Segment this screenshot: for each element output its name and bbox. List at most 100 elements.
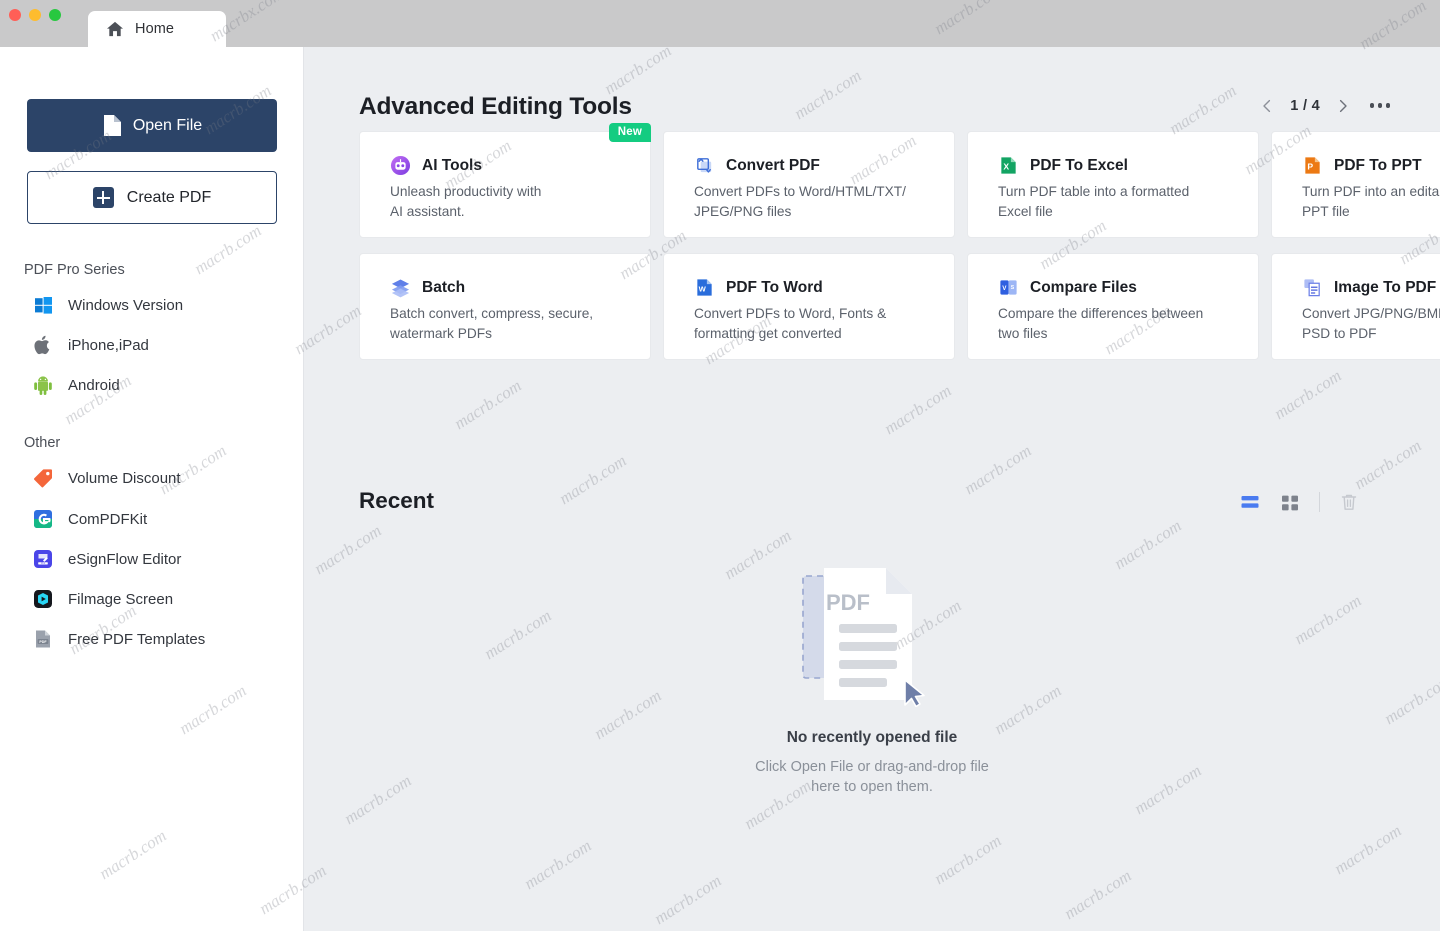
grid-view-button[interactable] (1279, 491, 1301, 513)
card-header: Image To PDF (1302, 277, 1440, 298)
chevron-right-icon[interactable] (1336, 99, 1350, 113)
card-header: X PDF To Excel (998, 155, 1258, 176)
card-description: Turn PDF into an editable PPT file (1302, 184, 1440, 219)
delete-button[interactable] (1338, 491, 1360, 513)
card-title: PDF To PPT (1334, 156, 1422, 174)
app-window: Home Open File Create PDF PDF Pro Series (0, 0, 1440, 931)
open-file-label: Open File (132, 116, 203, 134)
card-title: Image To PDF (1334, 278, 1437, 296)
powerpoint-icon: P (1305, 157, 1320, 174)
tools-pagination: 1 / 4 (1260, 98, 1350, 114)
empty-state-title: No recently opened file (786, 729, 958, 746)
pdf-template-icon: PDF (36, 630, 50, 648)
apple-icon (34, 335, 50, 355)
plus-icon (92, 187, 114, 208)
card-description: Compare the differences between two file… (998, 306, 1204, 341)
tool-card-pdf-to-ppt[interactable]: P PDF To PPT Turn PDF into an editable P… (1271, 131, 1440, 238)
svg-text:W: W (699, 284, 707, 293)
tool-card-pdf-to-excel[interactable]: X PDF To Excel Turn PDF table into a for… (967, 131, 1259, 238)
sidebar-item-volume-discount[interactable]: Volume Discount (32, 465, 181, 491)
close-window-button[interactable] (9, 9, 21, 21)
window-controls[interactable] (9, 9, 61, 21)
open-file-button[interactable]: Open File (27, 99, 277, 152)
card-title: Batch (422, 278, 466, 296)
dot (1385, 103, 1390, 108)
svg-text:PDF: PDF (41, 563, 46, 565)
sidebar-item-label: Windows Version (68, 296, 184, 314)
sidebar-item-label: eSignFlow Editor (68, 550, 182, 568)
dot (1377, 103, 1382, 108)
home-icon (107, 21, 123, 37)
tool-card-compare-files[interactable]: V S Compare Files Compare the difference… (967, 253, 1259, 360)
main-content: Advanced Editing Tools 1 / 4 New AI Tool… (304, 47, 1440, 931)
sidebar-item-android[interactable]: Android (32, 372, 120, 398)
svg-text:P: P (1307, 162, 1313, 172)
card-header: W PDF To Word (694, 277, 954, 298)
card-title: AI Tools (422, 156, 482, 174)
page-title: Advanced Editing Tools (359, 93, 632, 120)
recent-empty-state: PDF No recently opened file Click Open F… (304, 562, 1440, 797)
card-description: Convert PDFs to Word, Fonts & formatting… (694, 306, 887, 341)
more-options-button[interactable] (1369, 103, 1390, 108)
svg-text:PDF: PDF (39, 640, 47, 644)
card-title: PDF To Excel (1030, 156, 1128, 174)
status-badge: New (608, 123, 651, 142)
windows-icon (35, 297, 52, 314)
card-description: Convert PDFs to Word/HTML/TXT/ JPEG/PNG … (694, 184, 906, 219)
sidebar-section-heading-other: Other (24, 435, 61, 451)
esignflow-icon: PDF (34, 550, 52, 568)
card-header: P PDF To PPT (1302, 155, 1440, 176)
filmage-icon (34, 590, 52, 608)
card-header: Batch (390, 277, 650, 298)
sidebar-item-label: Android (68, 376, 120, 394)
convert-pdf-icon (697, 158, 712, 173)
recent-section-title: Recent (359, 488, 435, 513)
tab-home[interactable]: Home (88, 11, 226, 47)
tool-card-batch[interactable]: Batch Batch convert, compress, secure, w… (359, 253, 651, 360)
card-description: Unleash productivity with AI assistant. (390, 184, 542, 219)
sidebar: Open File Create PDF PDF Pro Series Wind… (0, 47, 304, 931)
sidebar-item-iphone-ipad[interactable]: iPhone,iPad (32, 332, 149, 358)
chevron-left-icon[interactable] (1260, 99, 1274, 113)
titlebar: Home (0, 0, 1440, 47)
excel-icon: X (1001, 157, 1016, 174)
empty-state-illustration: PDF (802, 568, 925, 707)
sidebar-item-windows-version[interactable]: Windows Version (32, 292, 183, 318)
toolbar-divider (1319, 492, 1320, 512)
batch-layers-icon (391, 279, 410, 298)
sidebar-item-label: Volume Discount (68, 469, 181, 487)
sidebar-item-label: Free PDF Templates (68, 630, 206, 648)
file-icon (103, 115, 121, 136)
sidebar-item-label: ComPDFKit (68, 510, 148, 528)
tool-card-image-to-pdf[interactable]: Image To PDF Convert JPG/PNG/BMP/ PSD to… (1271, 253, 1440, 360)
tool-card-pdf-to-word[interactable]: W PDF To Word Convert PDFs to Word, Font… (663, 253, 955, 360)
sidebar-item-filmage-screen[interactable]: Filmage Screen (32, 586, 173, 612)
recent-view-toolbar (1239, 491, 1360, 513)
cursor-icon (904, 679, 925, 707)
card-title: PDF To Word (726, 278, 823, 296)
sidebar-item-esignflow-editor[interactable]: PDF eSignFlow Editor (32, 546, 181, 572)
android-icon (34, 376, 52, 395)
pagination-counter: 1 / 4 (1290, 98, 1320, 114)
empty-state-art-label: PDF (826, 590, 870, 615)
sidebar-item-free-pdf-templates[interactable]: PDF Free PDF Templates (32, 626, 205, 652)
maximize-window-button[interactable] (49, 9, 61, 21)
card-title: Compare Files (1030, 278, 1137, 296)
ai-robot-icon (390, 155, 411, 176)
sidebar-item-compdfkit[interactable]: ComPDFKit (32, 506, 147, 532)
compdfkit-icon (34, 510, 52, 528)
tools-card-grid: New AI Tools Unleash productivity with A… (359, 123, 1440, 412)
minimize-window-button[interactable] (29, 9, 41, 21)
tool-card-convert-pdf[interactable]: Convert PDF Convert PDFs to Word/HTML/TX… (663, 131, 955, 238)
tool-card-ai-tools[interactable]: New AI Tools Unleash productivity with A… (359, 123, 651, 238)
card-title: Convert PDF (726, 156, 820, 174)
svg-text:S: S (1011, 285, 1015, 291)
card-description: Batch convert, compress, secure, waterma… (390, 306, 594, 341)
sidebar-item-label: Filmage Screen (68, 590, 174, 608)
create-pdf-label: Create PDF (126, 188, 212, 206)
list-view-button[interactable] (1239, 491, 1261, 513)
image-to-pdf-icon (1304, 279, 1320, 297)
compare-files-icon: V S (1000, 280, 1017, 295)
create-pdf-button[interactable]: Create PDF (27, 171, 277, 224)
empty-state-description: Click Open File or drag-and-drop file he… (755, 759, 989, 795)
